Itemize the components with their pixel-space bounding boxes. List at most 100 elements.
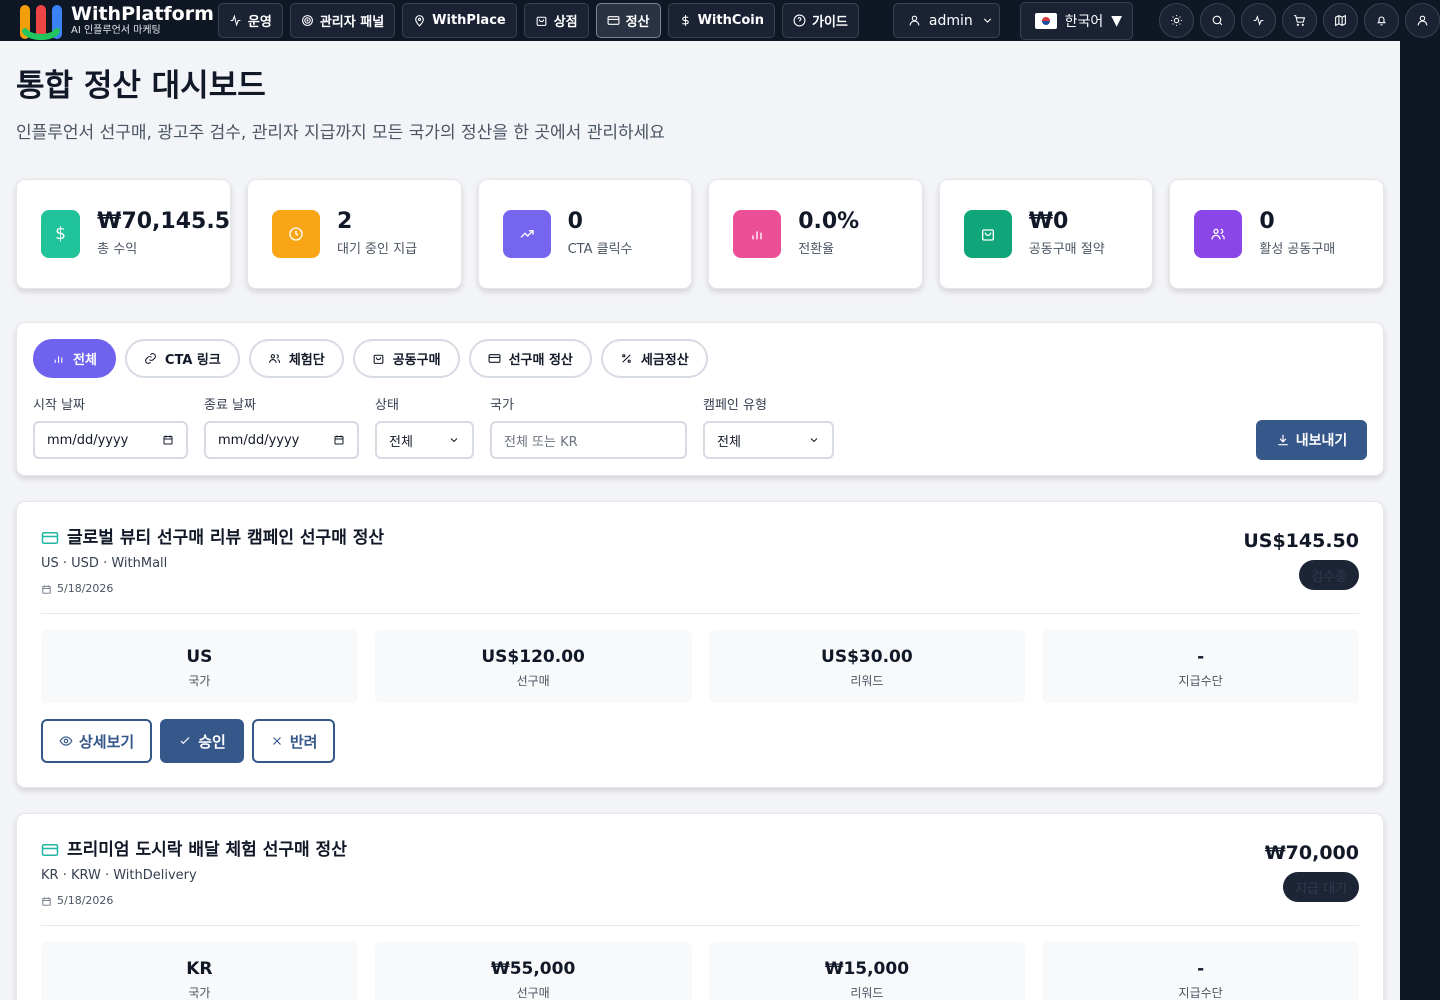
percent-icon (622, 354, 631, 363)
stat-pending-payouts: 2 대기 중인 지급 (247, 179, 462, 289)
eye-icon (59, 736, 73, 746)
calendar-icon (42, 584, 51, 594)
stat-value: 0 (1259, 209, 1275, 234)
start-date-input[interactable]: mm/dd/yyyy (33, 421, 188, 459)
settlement-details: KR 국가 ₩55,000 선구매 ₩15,000 리워드 - 지급수단 (41, 942, 1359, 1000)
user-menu-button[interactable]: admin (892, 3, 1000, 38)
nav-settlement-button[interactable]: 정산 (595, 3, 661, 38)
export-label: 내보내기 (1295, 433, 1348, 449)
settlement-tabs: 전체 CTA 링크 체험단 공동구매 선구매 정산 세금정산 (33, 339, 1367, 378)
end-date-label: 종료 날짜 (204, 398, 256, 413)
nav-admin-panel-button[interactable]: 관리자 패널 (289, 3, 396, 38)
detail-prepurchase: US$120.00 선구매 (374, 630, 692, 703)
settlement-title: 글로벌 뷰티 선구매 리뷰 캠페인 선구매 정산 (67, 528, 385, 548)
status-select[interactable]: 전체 (375, 421, 474, 459)
calendar-icon[interactable] (333, 434, 345, 446)
reject-button[interactable]: 반려 (251, 719, 336, 763)
detail-value: US (186, 646, 213, 667)
calendar-icon[interactable] (162, 434, 174, 446)
dollar-icon (681, 15, 689, 26)
cart-icon (1294, 15, 1306, 26)
activity-button[interactable] (1241, 3, 1276, 38)
settlement-date-value: 5/18/2026 (57, 894, 114, 907)
view-details-label: 상세보기 (79, 732, 135, 751)
language-selector[interactable]: 한국어 ▼ (1019, 1, 1133, 40)
campaign-type-select[interactable]: 전체 (703, 421, 834, 459)
search-icon (1212, 15, 1223, 26)
korea-flag-icon (1034, 12, 1057, 29)
stat-active-group-buys: 0 활성 공동구매 (1169, 179, 1384, 289)
settlement-title: 프리미엄 도시락 배달 체험 선구매 정산 (67, 840, 347, 860)
nav-admin-panel-label: 관리자 패널 (319, 15, 385, 30)
stat-label: 대기 중인 지급 (337, 242, 418, 257)
end-date-field: 종료 날짜 mm/dd/yyyy (204, 394, 359, 459)
page-subtitle: 인플루언서 선구매, 광고주 검수, 관리자 지급까지 모든 국가의 정산을 한… (16, 123, 665, 143)
status-label: 상태 (375, 398, 399, 413)
link-icon (145, 353, 156, 364)
credit-card-icon (41, 532, 59, 544)
tab-group-buy[interactable]: 공동구매 (352, 339, 460, 378)
view-details-button[interactable]: 상세보기 (41, 719, 153, 763)
status-badge: 검수중 (1299, 560, 1359, 590)
divider (41, 925, 1359, 926)
detail-value: - (1197, 958, 1205, 979)
stat-group-buy-savings: ₩0 공동구매 절약 (938, 179, 1154, 289)
nav-withcoin-button[interactable]: WithCoin (667, 3, 776, 38)
tab-all[interactable]: 전체 (33, 339, 116, 378)
brand-subtitle: AI 인플루언서 마케팅 (71, 24, 161, 36)
nav-shop-button[interactable]: 상점 (523, 3, 589, 38)
caret-down-icon: ▼ (1111, 12, 1123, 29)
nav-settlement-label: 정산 (625, 15, 650, 30)
nav-withplace-button[interactable]: WithPlace (402, 3, 517, 38)
stats-row: $ ₩70,145.5 총 수익 2 대기 중인 지급 0 CTA 클릭수 0.0% 전… (16, 179, 1384, 289)
profile-button[interactable] (1405, 3, 1440, 38)
detail-label: 지급수단 (1178, 673, 1223, 688)
brand[interactable]: WithPlatform AI 인플루언서 마케팅 (0, 1, 214, 41)
cart-button[interactable] (1282, 3, 1317, 38)
tab-prepurchase-settlement[interactable]: 선구매 정산 (468, 339, 592, 378)
detail-value: KR (186, 958, 213, 979)
target-icon (301, 15, 313, 26)
end-date-input[interactable]: mm/dd/yyyy (204, 421, 359, 459)
nav-withplace-label: WithPlace (432, 13, 506, 28)
notifications-button[interactable] (1364, 3, 1399, 38)
detail-value: ₩55,000 (490, 958, 576, 979)
withplatform-logo-icon (20, 4, 62, 40)
map-button[interactable] (1323, 3, 1358, 38)
language-label: 한국어 (1064, 13, 1104, 30)
main-content: 통합 정산 대시보드 인플루언서 선구매, 광고주 검수, 관리자 지급까지 모… (0, 41, 1400, 1000)
theme-toggle-button[interactable] (1159, 3, 1194, 38)
country-input[interactable]: 전체 또는 KR (490, 421, 687, 459)
detail-label: 국가 (188, 985, 211, 1000)
approve-button[interactable]: 승인 (160, 719, 244, 763)
campaign-type-field: 캠페인 유형 전체 (703, 394, 834, 459)
trending-up-icon (502, 210, 551, 258)
main-nav: 운영 관리자 패널 WithPlace 상점 정산 WithCoin 가이드 (217, 3, 859, 38)
bar-chart-icon (733, 210, 782, 258)
stat-value: ₩0 (1028, 209, 1069, 234)
detail-label: 리워드 (850, 673, 884, 688)
tab-cta-links[interactable]: CTA 링크 (124, 339, 240, 378)
stat-value: ₩70,145.5 (97, 209, 230, 234)
nav-guide-button[interactable]: 가이드 (782, 3, 859, 38)
settlement-amount: ₩70,000 (1264, 842, 1359, 864)
tab-experience-team[interactable]: 체험단 (248, 339, 344, 378)
status-value: 전체 (389, 434, 413, 450)
tab-tax-settlement[interactable]: 세금정산 (600, 339, 708, 378)
detail-country: KR 국가 (41, 942, 358, 1000)
nav-ops-button[interactable]: 운영 (217, 3, 283, 38)
stat-label: 공동구매 절약 (1028, 242, 1105, 257)
country-field: 국가 전체 또는 KR (490, 394, 687, 459)
divider (41, 613, 1359, 614)
settlement-date-value: 5/18/2026 (57, 582, 114, 595)
detail-label: 선구매 (516, 985, 550, 1000)
user-name: admin (928, 12, 973, 29)
stat-value: 0.0% (798, 209, 860, 234)
search-button[interactable] (1200, 3, 1235, 38)
detail-label: 리워드 (850, 985, 884, 1000)
detail-label: 선구매 (516, 673, 550, 688)
detail-value: US$30.00 (821, 646, 913, 667)
settlement-item: 글로벌 뷰티 선구매 리뷰 캠페인 선구매 정산 US · USD · With… (16, 501, 1384, 788)
reject-label: 반려 (289, 732, 318, 751)
export-button[interactable]: 내보내기 (1256, 420, 1367, 460)
